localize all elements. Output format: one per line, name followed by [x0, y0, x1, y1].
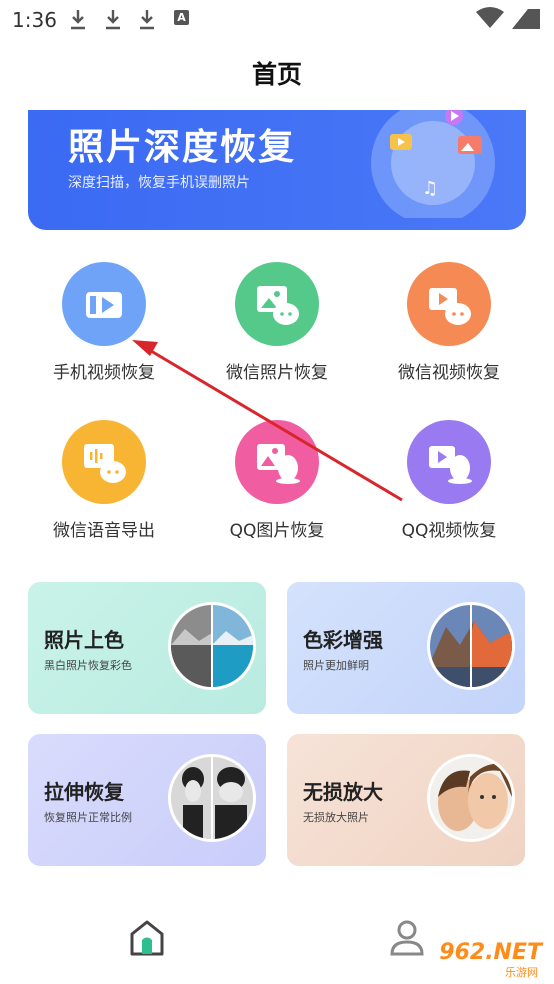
card-title: 拉伸恢复 [44, 780, 124, 804]
download-icon [106, 10, 120, 30]
banner-title: 照片深度恢复 [68, 127, 297, 168]
watermark-logo: 962.NET 乐游网 [418, 938, 548, 980]
feature-qq-photo-recovery[interactable]: QQ图片恢复 [207, 420, 347, 550]
a-icon: A [174, 10, 189, 25]
wechat-video-icon [407, 262, 491, 346]
colorize-preview-image [168, 602, 256, 690]
feature-qq-video-recovery[interactable]: QQ视频恢复 [379, 420, 519, 550]
wifi-battery-icons [476, 7, 540, 29]
card-subtitle: 照片更加鲜明 [303, 659, 369, 672]
feature-wechat-voice-export[interactable]: 微信语音导出 [34, 420, 174, 550]
download-icon [140, 10, 154, 30]
qq-photo-icon [235, 420, 319, 504]
page-title: 首页 [251, 60, 302, 89]
feature-label: 微信语音导出 [53, 521, 155, 541]
svg-text:♫: ♫ [422, 178, 438, 199]
status-bar: 1:36 A [0, 0, 554, 38]
wechat-photo-icon [235, 262, 319, 346]
card-photo-colorize[interactable]: 照片上色 黑白照片恢复彩色 [28, 582, 266, 714]
feature-label: 手机视频恢复 [53, 363, 155, 383]
feature-label: 微信视频恢复 [398, 363, 500, 383]
deep-recovery-banner[interactable]: 照片深度恢复 深度扫描，恢复手机误删照片 ♫ [28, 110, 526, 230]
wifi-icon [476, 7, 504, 28]
stretch-preview-image [168, 754, 256, 842]
card-subtitle: 黑白照片恢复彩色 [44, 659, 132, 672]
feature-label: QQ图片恢复 [229, 521, 325, 541]
feature-phone-video-recovery[interactable]: 手机视频恢复 [34, 262, 174, 392]
download-icon [71, 10, 85, 30]
banner-subtitle: 深度扫描，恢复手机误删照片 [68, 175, 250, 191]
watermark-subtext: 乐游网 [505, 966, 538, 979]
card-subtitle: 恢复照片正常比例 [44, 811, 132, 824]
feature-label: QQ视频恢复 [401, 521, 497, 541]
card-subtitle: 无损放大照片 [303, 811, 369, 824]
card-title: 色彩增强 [303, 628, 383, 652]
wechat-voice-icon [62, 420, 146, 504]
enhance-preview-image [427, 602, 515, 690]
feature-wechat-photo-recovery[interactable]: 微信照片恢复 [207, 262, 347, 392]
card-title: 无损放大 [303, 780, 383, 804]
battery-icon [512, 9, 540, 29]
feature-label: 微信照片恢复 [226, 363, 328, 383]
home-icon[interactable] [128, 918, 166, 958]
banner-illustration-icon: ♫ [371, 110, 495, 218]
upscale-preview-image [427, 754, 515, 842]
card-stretch-restore[interactable]: 拉伸恢复 恢复照片正常比例 [28, 734, 266, 866]
watermark-text: 962.NET [439, 940, 542, 965]
card-color-enhance[interactable]: 色彩增强 照片更加鲜明 [287, 582, 525, 714]
status-time: 1:36 [12, 8, 57, 32]
card-title: 照片上色 [44, 628, 124, 652]
video-icon [62, 262, 146, 346]
card-lossless-upscale[interactable]: 无损放大 无损放大照片 [287, 734, 525, 866]
qq-video-icon [407, 420, 491, 504]
feature-wechat-video-recovery[interactable]: 微信视频恢复 [379, 262, 519, 392]
